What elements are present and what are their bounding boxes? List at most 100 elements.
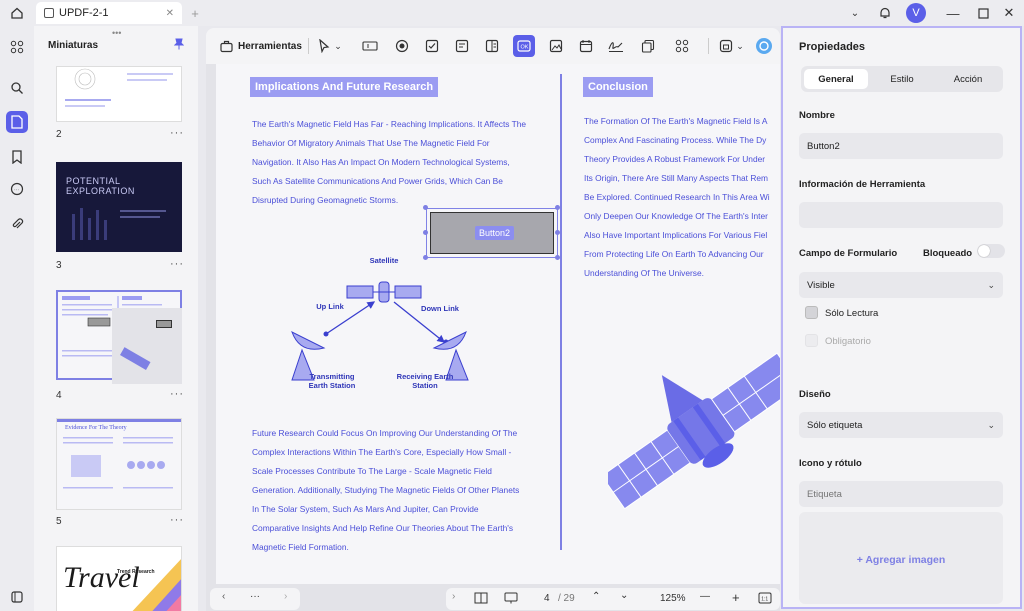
more-options-icon[interactable]: ··· bbox=[250, 591, 260, 602]
required-checkbox[interactable] bbox=[805, 334, 818, 347]
field-grid-icon[interactable] bbox=[672, 36, 692, 56]
chevron-down-icon: ⌄ bbox=[987, 279, 995, 290]
thumbnail-more-icon[interactable]: ··· bbox=[170, 127, 184, 139]
locked-toggle[interactable] bbox=[977, 244, 1005, 258]
text-field-icon[interactable] bbox=[360, 36, 380, 56]
image-field-icon[interactable] bbox=[546, 36, 566, 56]
icon-label-section: Icono y rótulo bbox=[799, 458, 862, 469]
minimize-icon[interactable]: — bbox=[944, 4, 962, 22]
comment-icon[interactable]: ··· bbox=[6, 178, 28, 200]
tab-general[interactable]: General bbox=[804, 69, 868, 89]
save-icon[interactable] bbox=[716, 36, 736, 56]
chevron-down-icon[interactable]: ⌄ bbox=[734, 36, 746, 56]
search-icon[interactable] bbox=[6, 77, 28, 99]
body-paragraph: The Formation Of The Earth's Magnetic Fi… bbox=[584, 116, 770, 278]
document-canvas[interactable]: Implications And Future Research The Ear… bbox=[206, 64, 780, 584]
list-box-icon[interactable] bbox=[482, 36, 502, 56]
apps-grid-icon[interactable] bbox=[6, 36, 28, 58]
tab-action[interactable]: Acción bbox=[936, 69, 1000, 89]
svg-text:1:1: 1:1 bbox=[761, 597, 768, 603]
new-tab-icon[interactable]: + bbox=[186, 4, 204, 22]
zoom-level[interactable]: 125% bbox=[660, 593, 686, 604]
thumbnail-page-5[interactable]: Evidence For The Theory bbox=[56, 418, 182, 510]
bottom-bar: ‹ ··· › › 4 / 29 ⌃ ⌄ 125% — + 1:1 bbox=[206, 584, 780, 611]
diagram-label: Down Link bbox=[421, 304, 459, 313]
thumbnail-number: 3 bbox=[56, 260, 62, 271]
thumbnails-panel: ••• Miniaturas 2 ··· POTENTIAL EXPLORATI… bbox=[34, 26, 198, 611]
tools-button[interactable]: Herramientas bbox=[214, 34, 308, 58]
layout-label: Diseño bbox=[799, 389, 831, 400]
zoom-out-icon[interactable]: — bbox=[700, 591, 710, 602]
document-tab[interactable]: UPDF-2-1 ✕ bbox=[36, 2, 182, 24]
thumbnail-more-icon[interactable]: ··· bbox=[170, 258, 184, 270]
presentation-icon[interactable] bbox=[504, 592, 518, 607]
fit-page-icon[interactable]: 1:1 bbox=[758, 592, 772, 607]
layers-icon[interactable] bbox=[6, 586, 28, 608]
home-icon[interactable] bbox=[8, 4, 26, 22]
section-title: Conclusion bbox=[583, 77, 653, 97]
chevron-down-icon[interactable]: ⌄ bbox=[846, 4, 864, 22]
section-title: Implications And Future Research bbox=[250, 77, 439, 97]
select-pointer-icon[interactable] bbox=[314, 36, 334, 56]
checkbox-icon[interactable] bbox=[422, 36, 442, 56]
thumbnails-title: Miniaturas bbox=[48, 40, 99, 51]
close-window-icon[interactable]: ✕ bbox=[1000, 4, 1018, 22]
tooltip-input[interactable] bbox=[799, 202, 1003, 228]
title-bar: UPDF-2-1 ✕ + ⌄ V — ✕ bbox=[0, 0, 1024, 26]
thumbnail-page-6[interactable]: Travel Trend Research bbox=[56, 546, 182, 611]
thumbnails-icon[interactable] bbox=[6, 111, 28, 133]
bell-icon[interactable] bbox=[876, 4, 894, 22]
thumbnail-page-2[interactable] bbox=[56, 66, 182, 122]
radio-button-icon[interactable] bbox=[392, 36, 412, 56]
page-up-icon[interactable]: ⌃ bbox=[592, 591, 600, 602]
copy-fields-icon[interactable] bbox=[638, 36, 658, 56]
collapse-icon[interactable]: › bbox=[452, 591, 455, 602]
thumbnail-cover-title: Travel bbox=[63, 561, 140, 594]
bookmark-icon[interactable] bbox=[6, 146, 28, 168]
ai-assistant-icon[interactable] bbox=[754, 36, 774, 56]
svg-text:···: ··· bbox=[14, 187, 19, 193]
label-input[interactable] bbox=[799, 481, 1003, 507]
thumbnail-more-icon[interactable]: ··· bbox=[170, 388, 184, 400]
resize-handle[interactable] bbox=[423, 230, 428, 235]
combo-box-icon[interactable] bbox=[452, 36, 472, 56]
thumbnail-more-icon[interactable]: ··· bbox=[170, 514, 184, 526]
layout-select[interactable]: Sólo etiqueta ⌄ bbox=[799, 412, 1003, 438]
next-icon[interactable]: › bbox=[284, 591, 287, 602]
readonly-checkbox[interactable] bbox=[805, 306, 818, 319]
page-nav-pill: ‹ ··· › bbox=[210, 588, 300, 610]
button-tool-icon[interactable]: OK bbox=[513, 35, 535, 57]
user-avatar[interactable]: V bbox=[906, 3, 926, 23]
prev-icon[interactable]: ‹ bbox=[222, 591, 225, 602]
close-tab-icon[interactable]: ✕ bbox=[166, 8, 174, 19]
required-label: Obligatorio bbox=[825, 336, 871, 347]
signature-icon[interactable] bbox=[606, 36, 626, 56]
button2-form-field[interactable]: Button2 bbox=[430, 212, 554, 254]
maximize-icon[interactable] bbox=[974, 4, 992, 22]
chevron-down-icon: ⌄ bbox=[987, 419, 995, 430]
image-drop-area[interactable]: + Agregar imagen bbox=[799, 512, 1003, 604]
pin-icon[interactable] bbox=[174, 38, 184, 50]
drag-handle[interactable]: ••• bbox=[112, 28, 121, 38]
thumbnail-page-3[interactable]: POTENTIAL EXPLORATION bbox=[56, 162, 182, 252]
chevron-down-icon[interactable]: ⌄ bbox=[332, 36, 344, 56]
tab-style[interactable]: Estilo bbox=[870, 69, 934, 89]
button2-label: Button2 bbox=[475, 226, 515, 240]
diagram-label: Receiving Earth Station bbox=[396, 372, 454, 390]
date-field-icon[interactable] bbox=[576, 36, 596, 56]
form-field-label: Campo de Formulario bbox=[799, 248, 898, 259]
attachment-icon[interactable] bbox=[6, 213, 28, 235]
properties-panel: Propiedades General Estilo Acción Nombre… bbox=[781, 26, 1022, 609]
divider bbox=[708, 38, 709, 54]
visibility-select[interactable]: Visible ⌄ bbox=[799, 272, 1003, 298]
page-layout-icon[interactable] bbox=[474, 592, 488, 607]
add-image-button[interactable]: + Agregar imagen bbox=[799, 554, 1003, 566]
current-page-input[interactable]: 4 bbox=[544, 593, 550, 604]
resize-handle[interactable] bbox=[423, 255, 428, 260]
resize-handle[interactable] bbox=[423, 205, 428, 210]
zoom-in-icon[interactable]: + bbox=[732, 590, 740, 605]
name-input[interactable]: Button2 bbox=[799, 133, 1003, 159]
page-down-icon[interactable]: ⌄ bbox=[620, 590, 628, 601]
toolbox-icon bbox=[220, 40, 233, 52]
thumbnail-number: 2 bbox=[56, 129, 62, 140]
